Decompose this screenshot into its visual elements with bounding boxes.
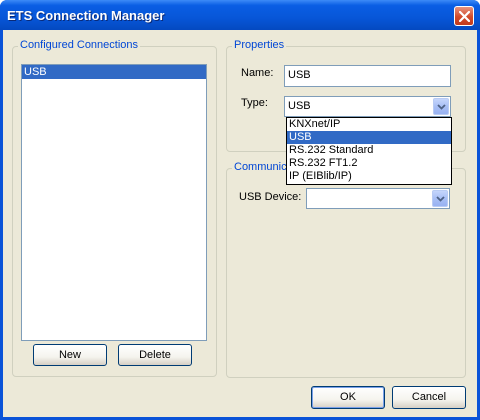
type-option-ip-eiblib[interactable]: IP (EIBlib/IP) <box>287 170 451 183</box>
connections-group-label: Configured Connections <box>18 39 141 51</box>
delete-button[interactable]: Delete <box>118 344 192 366</box>
dialog-client: Configured Connections USB New Delete Pr… <box>3 30 477 417</box>
dialog-window: ETS Connection Manager Configured Connec… <box>0 0 480 420</box>
type-dropdown-list[interactable]: KNXnet/IP USB RS.232 Standard RS.232 FT1… <box>286 117 452 185</box>
close-button[interactable] <box>454 6 474 26</box>
name-label: Name: <box>241 67 274 79</box>
list-item[interactable]: USB <box>22 65 206 79</box>
close-icon <box>459 11 470 22</box>
properties-group-label: Properties <box>232 39 287 51</box>
usb-device-dropdown-button[interactable] <box>432 190 448 207</box>
type-select[interactable]: USB <box>284 96 451 117</box>
type-option-rs232-standard[interactable]: RS.232 Standard <box>287 144 451 157</box>
type-option-rs232-ft12[interactable]: RS.232 FT1.2 <box>287 157 451 170</box>
window-title: ETS Connection Manager <box>7 8 165 23</box>
chevron-down-icon <box>437 104 446 110</box>
communication-group-label: Communic <box>232 161 289 173</box>
new-button[interactable]: New <box>33 344 107 366</box>
ok-button[interactable]: OK <box>311 386 385 409</box>
type-dropdown-button[interactable] <box>433 98 449 115</box>
type-option-usb[interactable]: USB <box>287 131 451 144</box>
usb-device-select[interactable] <box>306 188 450 209</box>
type-option-knxnet-ip[interactable]: KNXnet/IP <box>287 118 451 131</box>
type-label: Type: <box>241 97 268 109</box>
usb-device-label: USB Device: <box>239 191 302 203</box>
title-bar[interactable]: ETS Connection Manager <box>0 0 480 30</box>
chevron-down-icon <box>436 196 445 202</box>
connections-list[interactable]: USB <box>21 64 207 341</box>
name-field[interactable]: USB <box>284 65 451 87</box>
cancel-button[interactable]: Cancel <box>392 386 466 409</box>
type-select-value: USB <box>288 100 311 112</box>
